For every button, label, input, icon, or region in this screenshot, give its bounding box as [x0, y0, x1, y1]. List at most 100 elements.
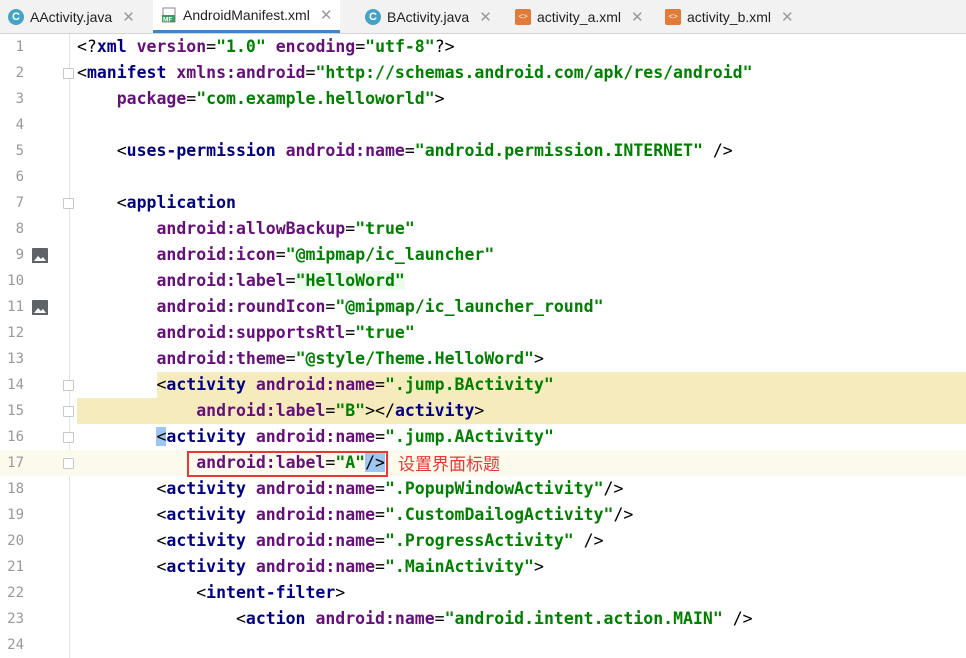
fold-marker-icon[interactable] — [63, 432, 74, 443]
code-token: activity — [166, 427, 256, 446]
code-token: ".ProgressActivity" — [384, 531, 574, 550]
code-token: = — [375, 479, 385, 498]
image-preview-icon[interactable] — [32, 248, 48, 263]
code-line[interactable]: 11 android:roundIcon="@mipmap/ic_launche… — [0, 294, 966, 320]
xml-layout-icon: <> — [515, 8, 531, 25]
code-line[interactable]: 7 <application — [0, 190, 966, 216]
code-token: = — [345, 323, 356, 342]
close-icon[interactable]: ✕ — [320, 6, 333, 24]
tab-label: AndroidManifest.xml — [183, 7, 310, 23]
line-number: 20 — [7, 533, 24, 549]
code-token: > — [335, 583, 346, 602]
code-token: version — [136, 37, 207, 56]
code-line[interactable]: 13 android:theme="@style/Theme.HelloWord… — [0, 346, 966, 372]
code-token: /> — [603, 479, 624, 498]
code-line[interactable]: 22 <intent-filter> — [0, 580, 966, 606]
java-class-icon: C — [8, 8, 24, 25]
code-token: action — [245, 609, 316, 628]
tab-activity-b-xml[interactable]: <> activity_b.xml ✕ — [665, 0, 794, 33]
code-text: android:label="HelloWord" — [77, 268, 405, 294]
code-line[interactable]: 14 <activity android:name=".jump.BActivi… — [0, 372, 966, 398]
code-token: name — [335, 557, 376, 576]
code-token: < — [77, 609, 246, 628]
code-token: android: — [255, 479, 336, 498]
code-token: ?> — [434, 37, 455, 56]
close-icon[interactable]: ✕ — [479, 8, 492, 26]
fold-marker-icon[interactable] — [63, 198, 74, 209]
code-line[interactable]: 9 android:icon="@mipmap/ic_launcher" — [0, 242, 966, 268]
line-number: 10 — [7, 273, 24, 289]
code-text: android:label="B"></activity> — [77, 398, 484, 424]
code-token: > — [534, 557, 544, 576]
tab-aactivity-java[interactable]: C AActivity.java ✕ — [8, 0, 135, 33]
code-token: > — [474, 401, 485, 420]
bracket-match-highlight: < — [156, 427, 167, 446]
manifest-file-icon: MF — [161, 7, 177, 24]
code-token: activity — [166, 531, 256, 550]
code-token: = — [375, 505, 385, 524]
code-token: activity — [166, 375, 256, 394]
line-number: 18 — [7, 481, 24, 497]
fold-marker-icon[interactable] — [63, 458, 74, 469]
close-icon[interactable]: ✕ — [631, 8, 644, 26]
code-token: android: — [156, 323, 236, 342]
code-line[interactable]: 12 android:supportsRtl="true" — [0, 320, 966, 346]
code-token: activity — [394, 401, 475, 420]
code-text: <action android:name="android.intent.act… — [77, 606, 753, 632]
code-token: android: — [255, 531, 336, 550]
code-line[interactable]: 4 — [0, 112, 966, 138]
line-number: 6 — [15, 169, 24, 185]
image-preview-icon[interactable] — [32, 300, 48, 315]
fold-marker-icon[interactable] — [63, 68, 74, 79]
code-line[interactable]: 1 <?xml version="1.0" encoding="utf-8"?> — [0, 34, 966, 60]
code-token: < — [77, 531, 167, 550]
code-text: android:theme="@style/Theme.HelloWord"> — [77, 346, 543, 372]
code-token: intent-filter — [206, 583, 336, 602]
close-icon[interactable]: ✕ — [781, 8, 794, 26]
close-icon[interactable]: ✕ — [122, 8, 135, 26]
code-editor[interactable]: 1 <?xml version="1.0" encoding="utf-8"?> 2… — [0, 34, 966, 658]
code-text: android:allowBackup="true" — [77, 216, 414, 242]
line-number: 2 — [15, 65, 24, 81]
line-number: 13 — [7, 351, 24, 367]
code-token: /> — [613, 505, 634, 524]
line-number: 8 — [15, 221, 24, 237]
code-line[interactable]: 20 <activity android:name=".ProgressActi… — [0, 528, 966, 554]
code-line[interactable]: 8 android:allowBackup="true" — [0, 216, 966, 242]
code-line[interactable]: 10 android:label="HelloWord" — [0, 268, 966, 294]
code-token: name — [335, 505, 376, 524]
code-line[interactable]: 6 — [0, 164, 966, 190]
line-number: 15 — [7, 403, 24, 419]
code-token: name — [335, 427, 376, 446]
tab-label: AActivity.java — [30, 8, 113, 25]
code-token: name — [394, 609, 435, 628]
code-token: "http://schemas.android.com/apk/res/andr… — [315, 63, 753, 82]
code-token: = — [325, 297, 336, 316]
tab-androidmanifest-xml[interactable]: MF AndroidManifest.xml ✕ — [153, 0, 341, 33]
code-line[interactable]: 16 <activity android:name=".jump.AActivi… — [0, 424, 966, 450]
code-text: <intent-filter> — [77, 580, 345, 606]
code-token: < — [77, 141, 127, 160]
code-line[interactable]: 24 — [0, 632, 966, 658]
fold-marker-icon[interactable] — [63, 380, 74, 391]
tab-bactivity-java[interactable]: C BActivity.java ✕ — [365, 0, 492, 33]
code-line[interactable]: 5 <uses-permission android:name="android… — [0, 138, 966, 164]
code-line[interactable]: 15 android:label="B"></activity> — [0, 398, 966, 424]
code-token: android: — [315, 609, 395, 628]
code-token: > — [434, 89, 445, 108]
code-line[interactable]: 18 <activity android:name=".PopupWindowA… — [0, 476, 966, 502]
code-line[interactable]: 3 package="com.example.helloworld"> — [0, 86, 966, 112]
tab-activity-a-xml[interactable]: <> activity_a.xml ✕ — [515, 0, 644, 33]
code-token: android: — [255, 557, 336, 576]
code-line[interactable]: 23 <action android:name="android.intent.… — [0, 606, 966, 632]
code-line[interactable]: 19 <activity android:name=".CustomDailog… — [0, 502, 966, 528]
line-number: 4 — [15, 117, 24, 133]
line-number: 11 — [7, 299, 24, 315]
code-line[interactable]: 2 <manifest xmlns:android="http://schemas… — [0, 60, 966, 86]
code-token: name — [335, 531, 376, 550]
code-token: = — [285, 349, 296, 368]
fold-marker-icon[interactable] — [63, 406, 74, 417]
code-line[interactable]: 21 <activity android:name=".MainActivity… — [0, 554, 966, 580]
